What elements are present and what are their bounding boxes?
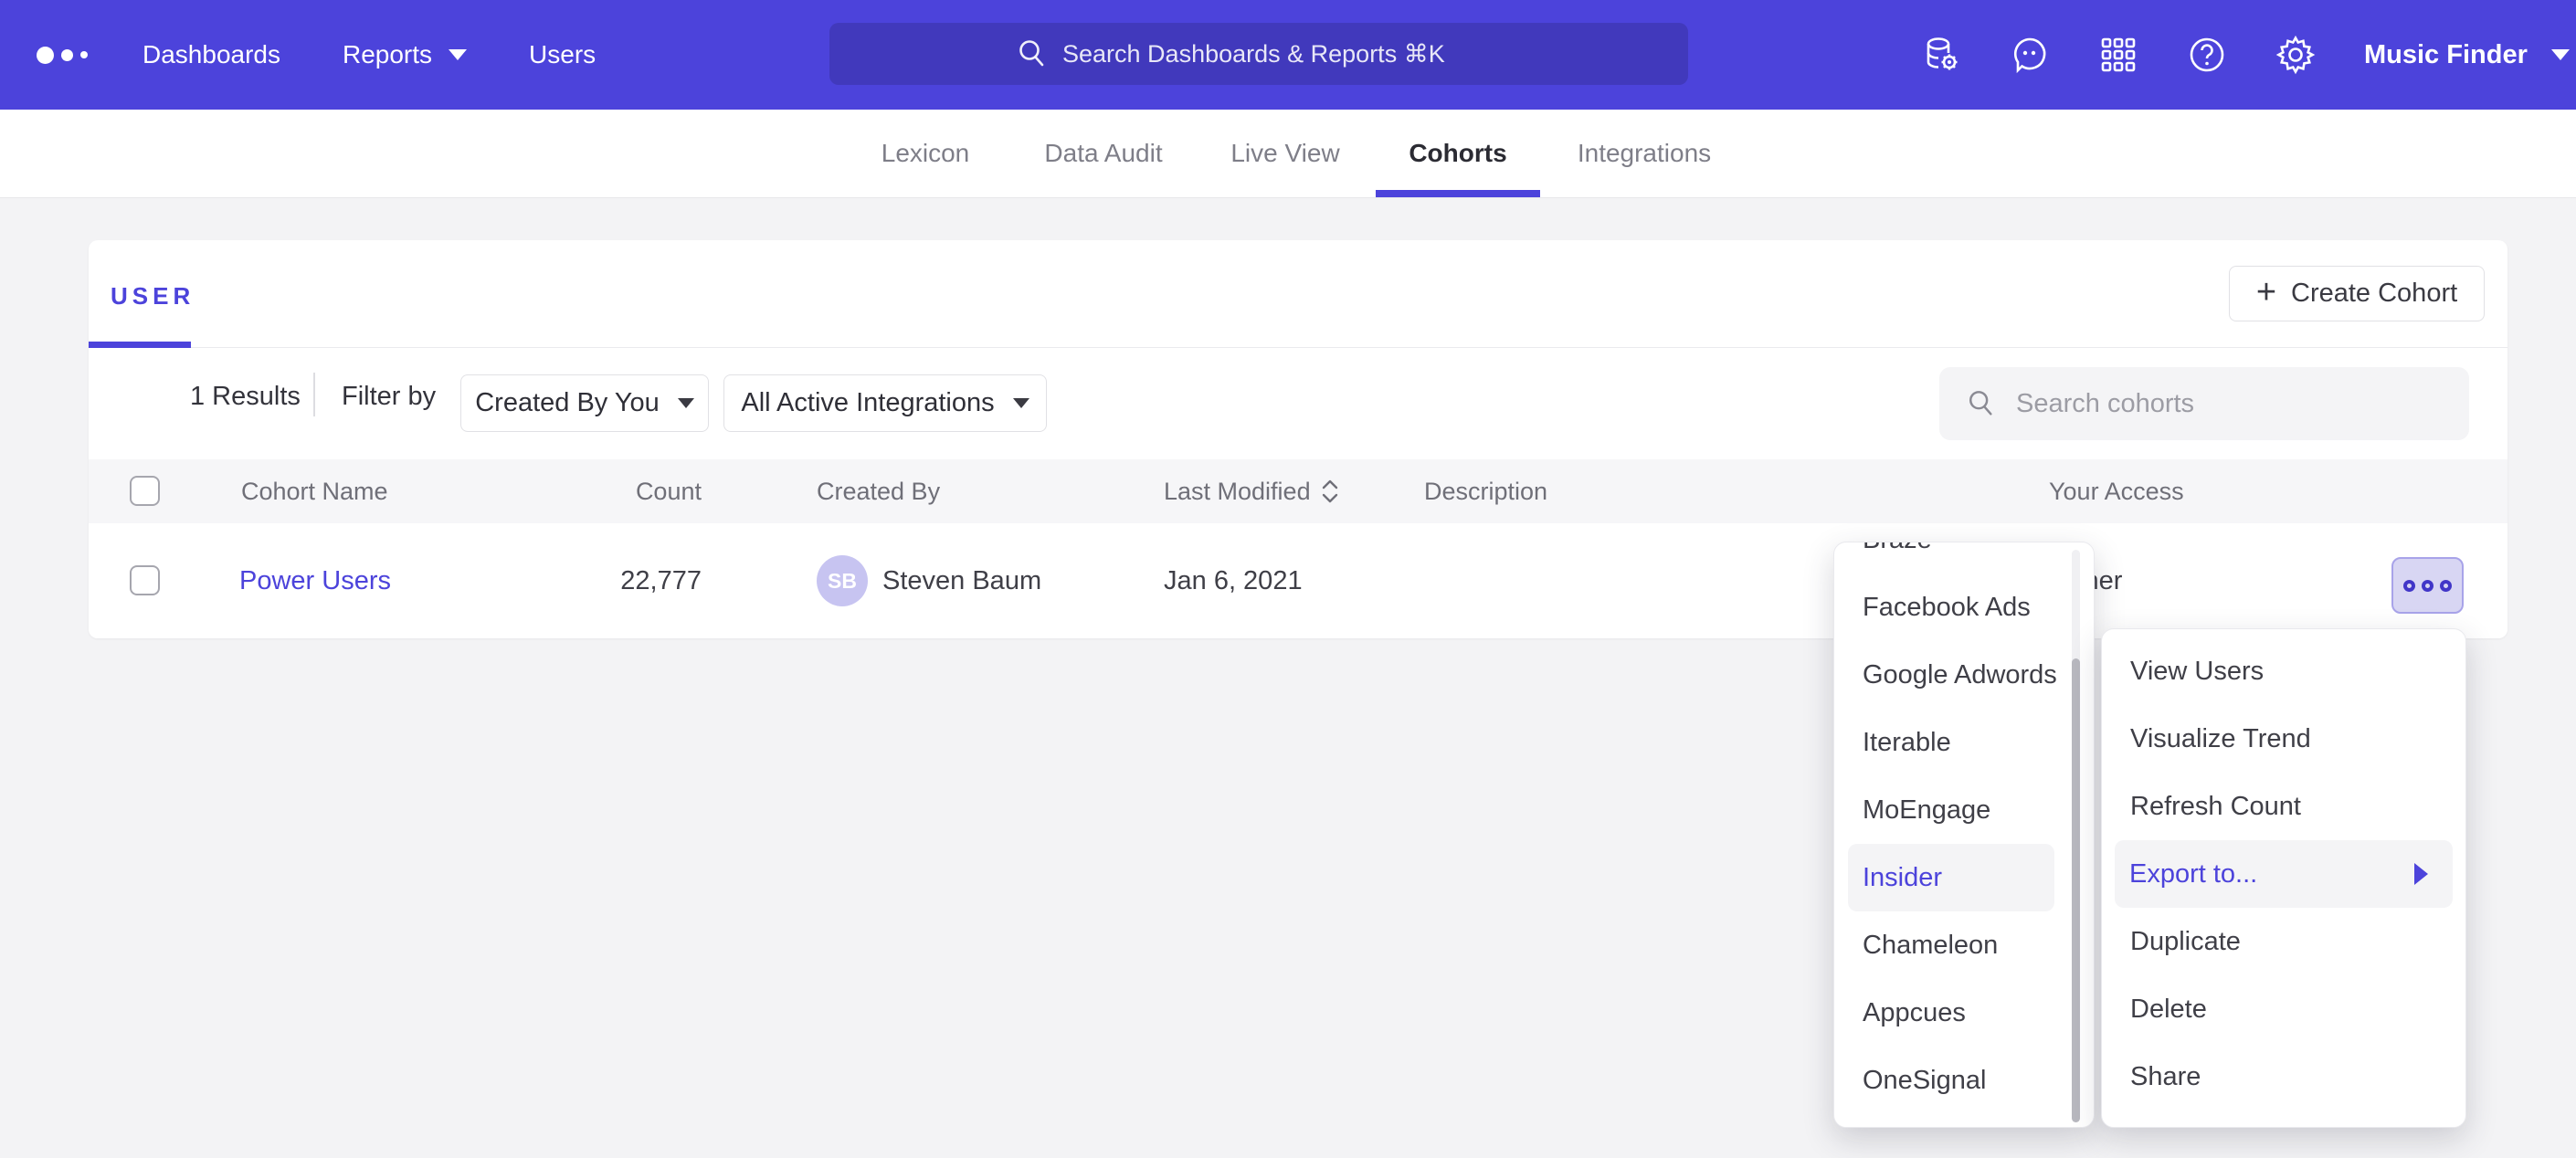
divider (313, 373, 315, 416)
results-count: 1 Results (190, 382, 301, 412)
chevron-down-icon (2551, 49, 2570, 60)
cohort-count: 22,777 (536, 523, 702, 638)
menu-item-appcues[interactable]: Appcues (1834, 979, 2094, 1047)
select-all-checkbox[interactable] (130, 476, 160, 506)
active-tab-underline (1376, 190, 1540, 197)
sort-icon[interactable] (1320, 478, 1340, 510)
workspace-name: Music Finder (2364, 40, 2528, 70)
tab-cohorts[interactable]: Cohorts (1409, 110, 1506, 197)
cohort-name-link[interactable]: Power Users (239, 523, 391, 638)
tab-live-view[interactable]: Live View (1230, 110, 1339, 197)
cohort-search-bar[interactable] (1939, 367, 2469, 440)
export-destinations-submenu: Braze Facebook Ads Google Adwords Iterab… (1833, 542, 2095, 1128)
created-by-filter-label: Created By You (475, 388, 660, 418)
created-by-name: Steven Baum (882, 523, 1041, 638)
integrations-filter-label: All Active Integrations (741, 388, 994, 418)
chevron-down-icon (678, 398, 694, 408)
mixpanel-logo-dots-icon[interactable] (37, 0, 88, 110)
feedback-bubble-icon[interactable] (2009, 34, 2051, 76)
cohorts-panel: USER + Create Cohort 1 Results Filter by… (89, 240, 2507, 638)
cohort-type-header: USER + Create Cohort (89, 240, 2507, 348)
menu-item-share[interactable]: Share (2102, 1043, 2465, 1111)
apps-grid-icon[interactable] (2097, 34, 2139, 76)
cohort-search-input[interactable] (2016, 389, 2418, 419)
menu-item-braze[interactable]: Braze (1834, 542, 2094, 574)
help-icon[interactable] (2186, 34, 2228, 76)
nav-dashboards-label: Dashboards (143, 40, 280, 69)
nav-item-dashboards[interactable]: Dashboards (143, 40, 280, 69)
table-header-row: Cohort Name Count Created By Last Modifi… (89, 459, 2507, 523)
last-modified-date: Jan 6, 2021 (1164, 523, 1303, 638)
row-actions-button[interactable] (2391, 557, 2464, 614)
logo-dot-large (37, 47, 54, 64)
created-by-filter-dropdown[interactable]: Created By You (460, 374, 709, 432)
menu-item-chameleon[interactable]: Chameleon (1834, 911, 2094, 979)
menu-item-google-adwords[interactable]: Google Adwords (1834, 641, 2094, 709)
nav-item-reports[interactable]: Reports (343, 40, 467, 69)
logo-dot-medium (61, 49, 73, 61)
search-icon (1967, 389, 1996, 418)
export-to-label: Export to... (2129, 859, 2257, 890)
column-header-last-modified: Last Modified (1164, 459, 1311, 523)
menu-item-facebook-ads[interactable]: Facebook Ads (1834, 574, 2094, 641)
scrollbar-thumb[interactable] (2072, 658, 2080, 1122)
settings-gear-icon[interactable] (2275, 34, 2317, 76)
menu-item-duplicate[interactable]: Duplicate (2102, 908, 2465, 975)
nav-reports-label: Reports (343, 40, 432, 69)
tab-integrations[interactable]: Integrations (1578, 110, 1711, 197)
menu-item-refresh-count[interactable]: Refresh Count (2102, 773, 2465, 840)
menu-item-delete[interactable]: Delete (2102, 975, 2465, 1043)
column-header-description: Description (1424, 459, 1547, 523)
chevron-down-icon (449, 49, 467, 60)
nav-users-label: Users (529, 40, 596, 69)
filter-bar: 1 Results Filter by Created By You All A… (89, 348, 2507, 459)
menu-item-export-to[interactable]: Export to... (2115, 840, 2453, 908)
global-search-input[interactable] (1062, 40, 1501, 68)
section-tab-bar: Lexicon Data Audit Live View Cohorts Int… (0, 110, 2576, 198)
tab-data-audit[interactable]: Data Audit (1044, 110, 1162, 197)
tab-user-cohorts[interactable]: USER (111, 282, 195, 311)
menu-item-onesignal[interactable]: OneSignal (1834, 1047, 2094, 1114)
column-header-created-by: Created By (817, 459, 940, 523)
row-actions-menu: View Users Visualize Trend Refresh Count… (2101, 628, 2466, 1128)
integrations-filter-dropdown[interactable]: All Active Integrations (723, 374, 1047, 432)
create-cohort-button[interactable]: + Create Cohort (2229, 266, 2485, 321)
menu-item-moengage[interactable]: MoEngage (1834, 776, 2094, 844)
ellipsis-dot (2440, 580, 2452, 592)
menu-item-view-users[interactable]: View Users (2102, 637, 2465, 705)
ellipsis-dot (2403, 580, 2415, 592)
avatar: SB (817, 555, 868, 606)
menu-item-iterable[interactable]: Iterable (1834, 709, 2094, 776)
tab-lexicon[interactable]: Lexicon (882, 110, 970, 197)
search-icon (1017, 38, 1048, 69)
filter-by-label: Filter by (342, 382, 436, 412)
submenu-arrow-icon (2414, 863, 2428, 885)
create-cohort-label: Create Cohort (2291, 279, 2457, 309)
table-row: Power Users 22,777 SB Steven Baum Jan 6,… (89, 523, 2507, 638)
row-checkbox[interactable] (130, 565, 160, 595)
data-management-icon[interactable] (1920, 34, 1962, 76)
column-header-your-access: Your Access (2049, 459, 2184, 523)
menu-item-insider[interactable]: Insider (1848, 844, 2054, 911)
menu-item-visualize-trend[interactable]: Visualize Trend (2102, 705, 2465, 773)
workspace-switcher[interactable]: Music Finder (2364, 0, 2570, 110)
chevron-down-icon (1013, 398, 1029, 408)
column-header-count: Count (536, 459, 702, 523)
ellipsis-dot (2422, 580, 2433, 592)
top-nav-bar: Dashboards Reports Users Music Finder (0, 0, 2576, 110)
nav-item-users[interactable]: Users (529, 40, 596, 69)
logo-dot-small (80, 51, 88, 58)
user-tab-underline (89, 342, 191, 348)
column-header-cohort-name: Cohort Name (241, 459, 388, 523)
global-search-bar[interactable] (829, 23, 1688, 85)
plus-icon: + (2256, 275, 2276, 310)
